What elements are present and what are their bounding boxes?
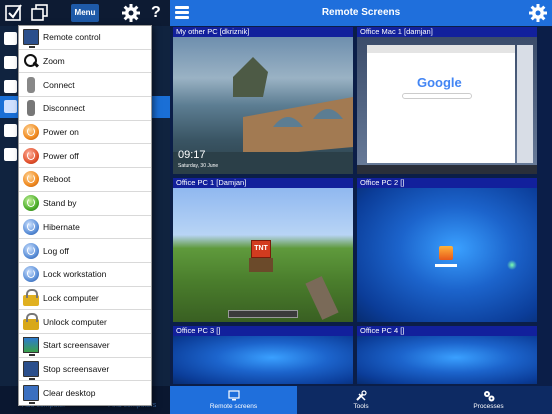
- power-on-icon: [23, 124, 39, 141]
- menu-item-reboot[interactable]: Reboot: [19, 168, 151, 192]
- header-bar: Remote Screens: [170, 0, 552, 26]
- menu-item-lock-computer[interactable]: Lock computer: [19, 287, 151, 311]
- remote-control-icon: [23, 29, 39, 49]
- menu-item-label: Unlock computer: [43, 316, 107, 327]
- screen-thumbnail: TNT: [173, 188, 353, 322]
- menu-item-power-on[interactable]: Power on: [19, 121, 151, 145]
- screen-tile[interactable]: Office PC 1 [Damjan] TNT: [173, 178, 353, 322]
- row-checkbox[interactable]: [4, 100, 17, 113]
- left-toolbar: Menu ?: [0, 0, 170, 26]
- page-title: Remote Screens: [321, 7, 401, 18]
- tab-processes[interactable]: Processes: [425, 386, 552, 414]
- tab-tools[interactable]: Tools: [297, 386, 425, 414]
- zoom-icon: [23, 53, 39, 69]
- tab-label: Remote screens: [209, 403, 258, 410]
- menu-item-clear-desktop[interactable]: Clear desktop: [19, 381, 151, 405]
- settings-gear-icon[interactable]: [528, 3, 548, 23]
- lock-screen-time: 09:17: [178, 149, 206, 161]
- menu-item-label: Stand by: [43, 198, 77, 209]
- menu-item-unlock-computer[interactable]: Unlock computer: [19, 310, 151, 334]
- menu-item-remote-control[interactable]: Remote control: [19, 26, 151, 50]
- tile-title: My other PC [dkriznik]: [173, 27, 353, 37]
- tab-remote-screens[interactable]: Remote screens: [170, 386, 297, 414]
- menu-item-label: Power off: [43, 150, 79, 161]
- lock-screen-date: Saturday, 30 June: [178, 163, 219, 169]
- menu-item-label: Zoom: [43, 56, 65, 67]
- select-all-checkbox-icon[interactable]: [4, 3, 24, 23]
- menu-item-label: Start screensaver: [43, 340, 110, 351]
- google-logo: Google: [417, 75, 462, 90]
- screen-tile[interactable]: Office PC 3 []: [173, 326, 353, 384]
- menu-item-label: Power on: [43, 127, 79, 138]
- row-checkbox[interactable]: [4, 56, 17, 69]
- menu-item-label: Remote control: [43, 32, 101, 43]
- menu-item-label: Hibernate: [43, 221, 80, 232]
- screen-thumbnail: 09:17 Saturday, 30 June: [173, 37, 353, 174]
- menu-item-power-off[interactable]: Power off: [19, 144, 151, 169]
- tab-label: Tools: [353, 403, 369, 410]
- actions-menu: Remote control Zoom Connect Disconnect P…: [18, 25, 152, 406]
- start-screensaver-icon: [23, 337, 39, 357]
- clear-desktop-icon: [23, 385, 39, 405]
- screen-tile[interactable]: Office PC 2 []: [357, 178, 537, 322]
- tile-title: Office PC 3 []: [173, 326, 353, 336]
- tab-label: Processes: [473, 403, 504, 410]
- reboot-icon: [23, 171, 39, 188]
- menu-item-label: Disconnect: [43, 103, 86, 114]
- row-checkbox[interactable]: [4, 124, 17, 137]
- menu-item-stand-by[interactable]: Stand by: [19, 192, 151, 216]
- menu-item-label: Lock workstation: [43, 269, 107, 280]
- tile-title: Office PC 4 []: [357, 326, 537, 336]
- lock-workstation-icon: [23, 266, 39, 283]
- row-checkbox[interactable]: [4, 80, 17, 93]
- monitor-icon: [227, 389, 240, 401]
- tile-title: Office PC 2 []: [357, 178, 537, 188]
- stand-by-icon: [23, 195, 39, 212]
- screen-thumbnail: [173, 336, 353, 384]
- menu-item-log-off[interactable]: Log off: [19, 239, 151, 263]
- menu-item-label: Connect: [43, 79, 75, 90]
- screen-tile[interactable]: Office PC 4 []: [357, 326, 537, 384]
- connect-icon: [27, 76, 35, 93]
- menu-item-stop-screensaver[interactable]: Stop screensaver: [19, 358, 151, 382]
- remote-screens-grid: My other PC [dkriznik] 09:17 Saturday, 3…: [170, 26, 552, 386]
- menu-item-zoom[interactable]: Zoom: [19, 50, 151, 74]
- tile-title: Office PC 1 [Damjan]: [173, 178, 353, 188]
- stop-screensaver-icon: [23, 360, 39, 380]
- tile-title: Office Mac 1 [damjan]: [357, 27, 537, 37]
- menu-item-label: Stop screensaver: [43, 363, 110, 374]
- menu-item-connect[interactable]: Connect: [19, 73, 151, 98]
- row-checkbox[interactable]: [4, 32, 17, 45]
- processes-gears-icon: [483, 389, 495, 402]
- disconnect-icon: [27, 100, 35, 117]
- screen-tile[interactable]: My other PC [dkriznik] 09:17 Saturday, 3…: [173, 27, 353, 174]
- settings-gear-icon[interactable]: [121, 3, 141, 23]
- log-off-icon: [23, 242, 39, 259]
- menu-item-label: Log off: [43, 245, 69, 256]
- bottom-tab-bar: Remote screens Tools Processes: [170, 386, 552, 414]
- menu-button[interactable]: Menu: [71, 4, 99, 22]
- screen-thumbnail: [357, 188, 537, 322]
- menu-item-disconnect[interactable]: Disconnect: [19, 97, 151, 121]
- tools-icon: [355, 389, 367, 401]
- copy-icon[interactable]: [30, 3, 50, 23]
- tnt-block: TNT: [251, 240, 271, 258]
- hibernate-icon: [23, 218, 39, 235]
- help-icon[interactable]: ?: [151, 3, 171, 23]
- lock-computer-icon: [23, 288, 39, 306]
- menu-item-start-screensaver[interactable]: Start screensaver: [19, 334, 151, 358]
- menu-item-hibernate[interactable]: Hibernate: [19, 216, 151, 240]
- menu-item-label: Reboot: [43, 174, 71, 185]
- power-off-icon: [23, 147, 39, 164]
- row-checkbox[interactable]: [4, 148, 17, 161]
- unlock-computer-icon: [23, 312, 39, 330]
- menu-item-label: Lock computer: [43, 292, 99, 303]
- hamburger-menu-icon[interactable]: [175, 6, 189, 19]
- screen-thumbnail: Google: [357, 37, 537, 174]
- screen-tile[interactable]: Office Mac 1 [damjan] Google: [357, 27, 537, 174]
- menu-item-label: Clear desktop: [43, 388, 96, 399]
- menu-item-lock-workstation[interactable]: Lock workstation: [19, 263, 151, 287]
- screen-thumbnail: [357, 336, 537, 384]
